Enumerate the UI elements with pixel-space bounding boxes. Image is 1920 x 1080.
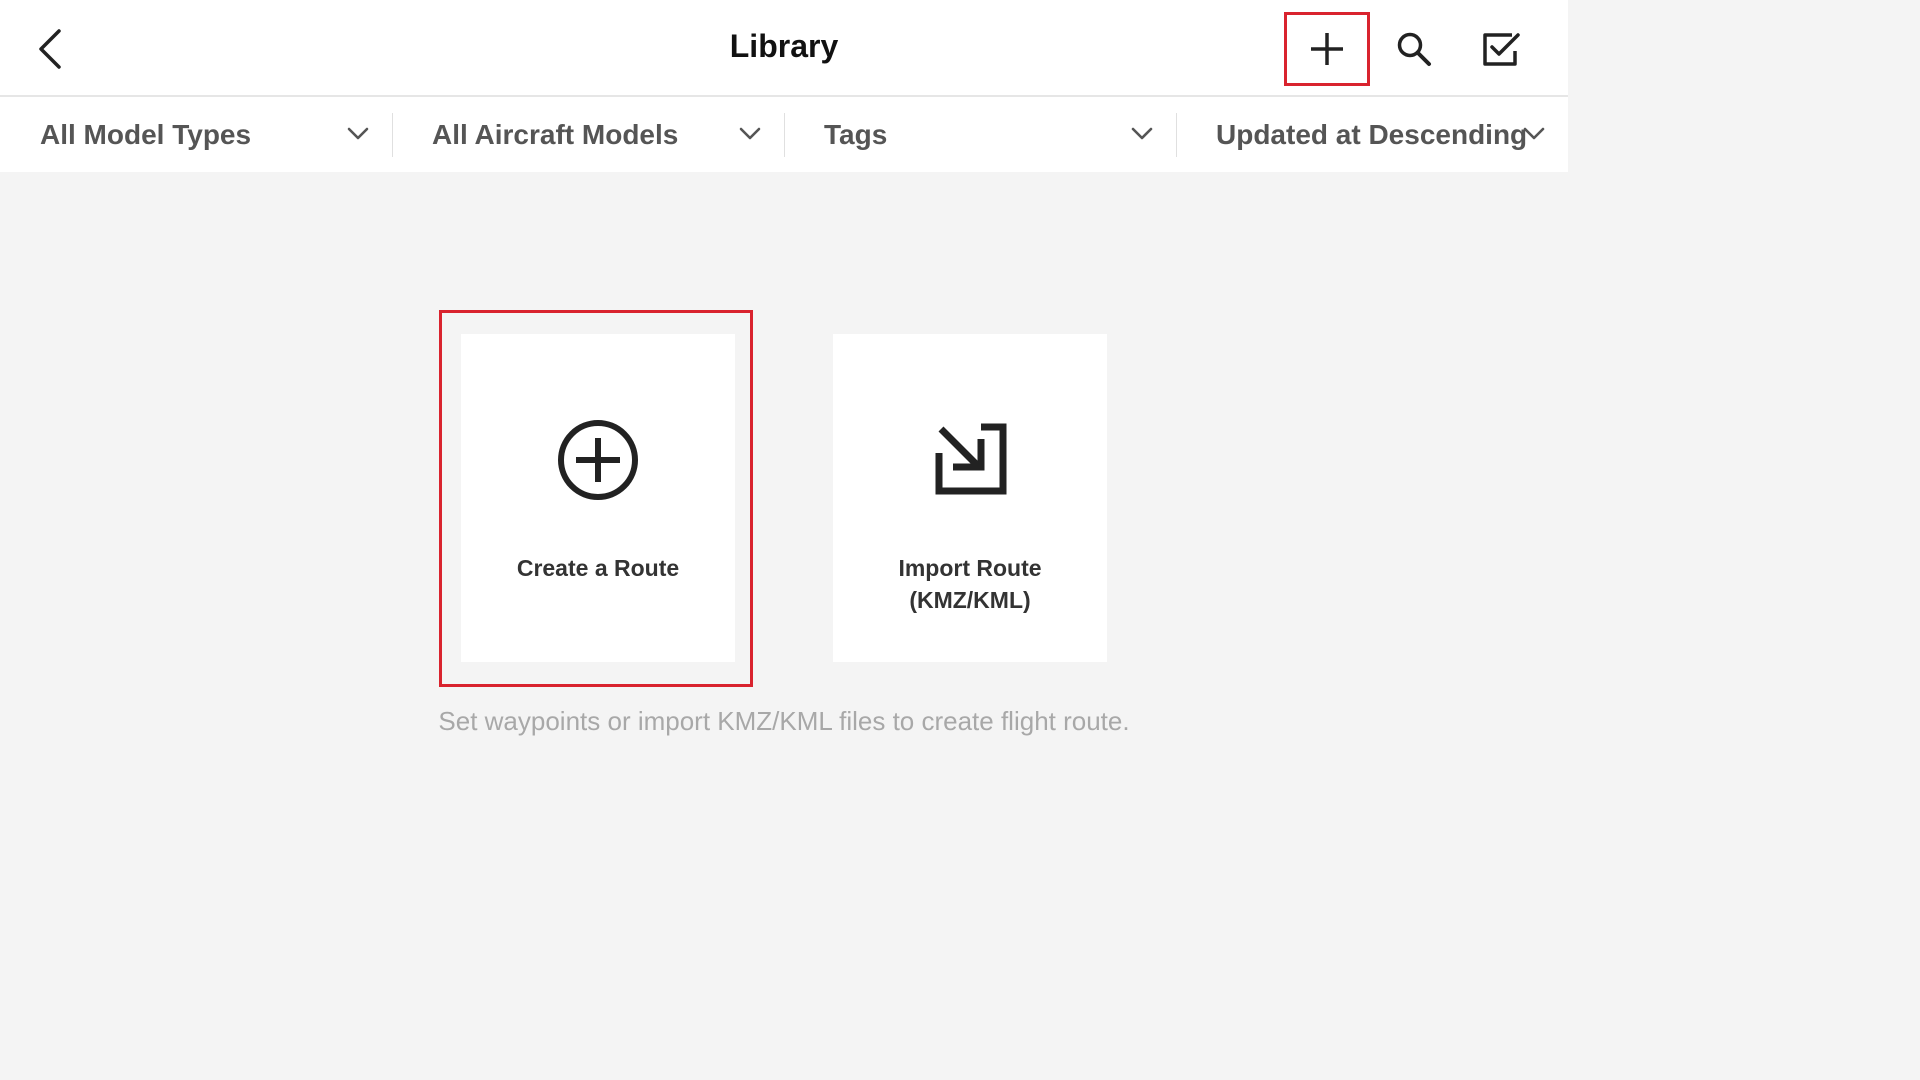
filter-label: Tags — [824, 119, 888, 150]
filter-sort-order[interactable]: Updated at Descending — [1176, 97, 1568, 172]
chevron-down-icon — [739, 127, 761, 140]
filter-bar: All Model Types All Aircraft Models Tags… — [0, 97, 1568, 172]
create-route-card[interactable]: Create a Route — [461, 334, 735, 662]
filter-label: All Model Types — [40, 119, 252, 150]
import-route-label-line2: (KMZ/KML) — [909, 587, 1031, 613]
chevron-left-icon — [39, 29, 61, 69]
chevron-down-icon — [347, 127, 369, 140]
import-route-label: Import Route (KMZ/KML) — [833, 552, 1107, 616]
import-arrow-icon — [935, 423, 1007, 495]
checkbox-icon — [1483, 33, 1520, 66]
filter-tags[interactable]: Tags — [784, 97, 1176, 172]
import-route-card[interactable]: Import Route (KMZ/KML) — [833, 334, 1107, 662]
multi-select-button[interactable] — [1459, 12, 1545, 86]
chevron-down-icon — [1131, 127, 1153, 140]
import-route-label-line1: Import Route — [898, 555, 1042, 581]
header-bar: Library — [0, 0, 1568, 97]
empty-state-hint: Set waypoints or import KMZ/KML files to… — [438, 706, 1130, 736]
add-button[interactable] — [1284, 12, 1370, 86]
plus-icon — [1311, 33, 1343, 65]
filter-aircraft-models[interactable]: All Aircraft Models — [392, 97, 784, 172]
create-route-label: Create a Route — [516, 555, 680, 581]
filter-model-types[interactable]: All Model Types — [0, 97, 392, 172]
search-icon — [1397, 32, 1431, 66]
back-button[interactable] — [28, 24, 72, 74]
filter-label: Updated at Descending — [1216, 119, 1528, 150]
filter-label: All Aircraft Models — [432, 119, 679, 150]
chevron-down-icon — [1523, 127, 1545, 140]
plus-circle-icon — [558, 420, 638, 500]
search-button[interactable] — [1371, 12, 1457, 86]
